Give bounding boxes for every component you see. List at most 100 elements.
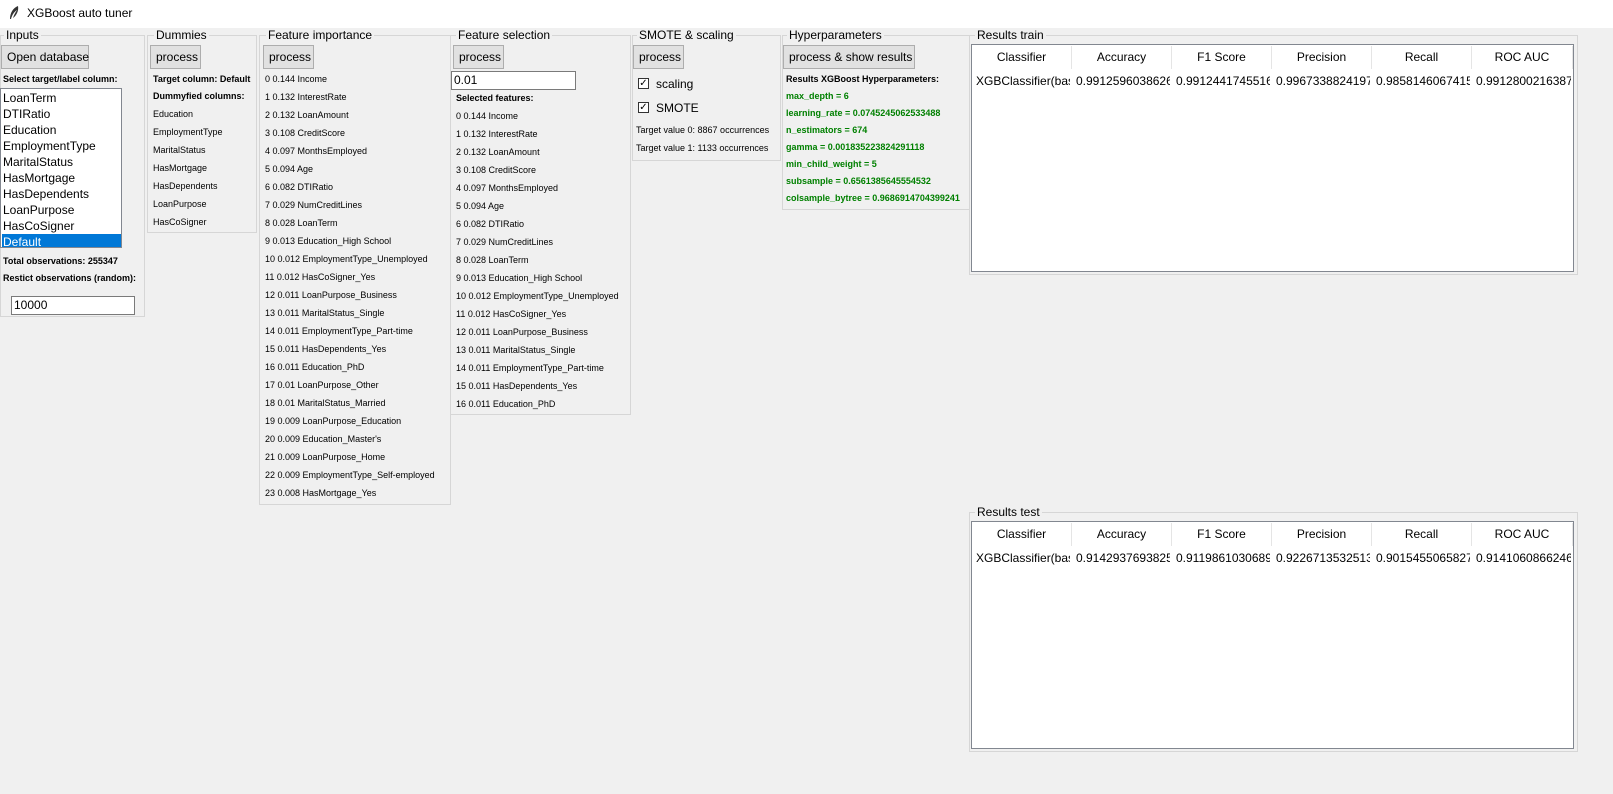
column-header[interactable]: F1 Score (1172, 46, 1272, 69)
smote-checkbox[interactable]: ✓ (638, 102, 649, 113)
column-header[interactable]: Recall (1372, 46, 1472, 69)
process-show-results-button[interactable]: process & show results (783, 45, 915, 69)
list-item: 13 0.011 MaritalStatus_Single (265, 308, 385, 318)
list-item[interactable]: HasDependents (2, 186, 121, 202)
list-item: 13 0.011 MaritalStatus_Single (456, 345, 576, 355)
list-item[interactable]: EmploymentType (2, 138, 121, 154)
table-cell: 0.99124417455161 (1176, 74, 1270, 88)
list-item: 0 0.144 Income (265, 74, 328, 84)
column-header[interactable]: Classifier (972, 46, 1072, 69)
table-cell: 0.99673388241976 (1276, 74, 1370, 88)
table-cell: 0.91429376938257 (1076, 551, 1170, 565)
list-item: 23 0.008 HasMortgage_Yes (265, 488, 377, 498)
list-item[interactable]: Education (2, 122, 121, 138)
smote-title: SMOTE & scaling (637, 28, 736, 42)
table-cell: 0.92267135325131 (1276, 551, 1370, 565)
column-header[interactable]: Accuracy (1072, 523, 1172, 546)
list-item: max_depth = 6 (786, 91, 849, 101)
list-item: 18 0.01 MaritalStatus_Married (265, 398, 386, 408)
list-item: 17 0.01 LoanPurpose_Other (265, 380, 379, 390)
dummified-column: HasCoSigner (153, 217, 207, 227)
feature-importance-title: Feature importance (266, 28, 375, 42)
list-item: 9 0.013 Education_High School (456, 273, 583, 283)
list-item: 7 0.029 NumCreditLines (456, 237, 554, 247)
dummies-process-button[interactable]: process (150, 45, 201, 69)
feature-importance-process-button[interactable]: process (263, 45, 314, 69)
restrict-label: Restict observations (random): (3, 273, 137, 283)
list-item: 22 0.009 EmploymentType_Self-employed (265, 470, 435, 480)
smote-label: SMOTE (656, 101, 699, 115)
list-item[interactable]: HasMortgage (2, 170, 121, 186)
list-item: 20 0.009 Education_Master's (265, 434, 382, 444)
list-item: 6 0.082 DTIRatio (265, 182, 334, 192)
list-item: 16 0.011 Education_PhD (456, 399, 556, 409)
table-cell: 0.99128002163879 (1476, 74, 1571, 88)
list-item[interactable]: MaritalStatus (2, 154, 121, 170)
list-item: 4 0.097 MonthsEmployed (456, 183, 559, 193)
column-header[interactable]: Precision (1272, 523, 1372, 546)
list-item: learning_rate = 0.0745245062533488 (786, 108, 941, 118)
table-cell: XGBClassifier(bas (976, 551, 1070, 565)
list-item: 14 0.011 EmploymentType_Part-time (265, 326, 413, 336)
column-header[interactable]: Precision (1272, 46, 1372, 69)
column-header[interactable]: ROC AUC (1472, 523, 1573, 546)
feature-selection-process-button[interactable]: process (453, 45, 504, 69)
target-column-listbox[interactable]: LoanTerm DTIRatio Education EmploymentTy… (0, 88, 122, 248)
scaling-label: scaling (656, 77, 694, 91)
list-item: 6 0.082 DTIRatio (456, 219, 525, 229)
column-header[interactable]: Accuracy (1072, 46, 1172, 69)
dummified-column: HasDependents (153, 181, 218, 191)
hyperparameters-results-label: Results XGBoost Hyperparameters: (786, 74, 940, 84)
list-item: 10 0.012 EmploymentType_Unemployed (456, 291, 619, 301)
select-target-label: Select target/label column: (3, 74, 118, 84)
list-item: 1 0.132 InterestRate (456, 129, 538, 139)
list-item: 14 0.011 EmploymentType_Part-time (456, 363, 604, 373)
list-item: 2 0.132 LoanAmount (265, 110, 349, 120)
title-bar: XGBoost auto tuner (0, 0, 1613, 28)
list-item: 9 0.013 Education_High School (265, 236, 392, 246)
list-item: 8 0.028 LoanTerm (456, 255, 529, 265)
column-header[interactable]: F1 Score (1172, 523, 1272, 546)
list-item[interactable]: HasCoSigner (2, 218, 121, 234)
list-item: n_estimators = 674 (786, 125, 868, 135)
total-observations: Total observations: 255347 (3, 256, 118, 266)
hyperparameters-title: Hyperparameters (787, 28, 884, 42)
open-database-button[interactable]: Open database (1, 45, 89, 69)
list-item: colsample_bytree = 0.9686914704399241 (786, 193, 960, 203)
table-cell: 0.98581460674157 (1376, 74, 1470, 88)
column-header[interactable]: Classifier (972, 523, 1072, 546)
column-header[interactable]: Recall (1372, 523, 1472, 546)
list-item-selected[interactable]: Default (2, 234, 121, 247)
table-cell: 0.90154550658271 (1376, 551, 1470, 565)
table-cell: 0.99125960386269 (1076, 74, 1170, 88)
results-test-title: Results test (975, 505, 1042, 519)
window-title: XGBoost auto tuner (27, 6, 133, 20)
list-item: gamma = 0.001835223824291118 (786, 142, 925, 152)
list-item: 12 0.011 LoanPurpose_Business (456, 327, 588, 337)
list-item: 11 0.012 HasCoSigner_Yes (456, 309, 567, 319)
smote-process-button[interactable]: process (633, 45, 684, 69)
list-item[interactable]: DTIRatio (2, 106, 121, 122)
dummies-title: Dummies (154, 28, 209, 42)
feature-selection-title: Feature selection (456, 28, 553, 42)
results-test-table[interactable]: Classifier XGBClassifier(bas Accuracy 0.914… (971, 521, 1574, 749)
list-item: 1 0.132 InterestRate (265, 92, 347, 102)
results-train-title: Results train (975, 28, 1046, 42)
list-item: 15 0.011 HasDependents_Yes (456, 381, 578, 391)
threshold-input[interactable]: 0.01 (451, 71, 576, 90)
dummified-column: Education (153, 109, 194, 119)
list-item: 2 0.132 LoanAmount (456, 147, 540, 157)
list-item: 5 0.094 Age (265, 164, 314, 174)
scaling-checkbox[interactable]: ✓ (638, 78, 649, 89)
list-item[interactable]: LoanTerm (2, 90, 121, 106)
list-item: 15 0.011 HasDependents_Yes (265, 344, 387, 354)
results-train-table[interactable]: Classifier XGBClassifier(bas Accuracy 0.991… (971, 44, 1574, 272)
dummified-column: HasMortgage (153, 163, 208, 173)
restrict-observations-input[interactable]: 10000 (11, 296, 135, 315)
list-item[interactable]: LoanPurpose (2, 202, 121, 218)
table-cell: XGBClassifier(bas (976, 74, 1070, 88)
list-item: 7 0.029 NumCreditLines (265, 200, 363, 210)
target-value-0: Target value 0: 8867 occurrences (636, 125, 770, 135)
column-header[interactable]: ROC AUC (1472, 46, 1573, 69)
dummified-label: Dummyfied columns: (153, 91, 245, 101)
